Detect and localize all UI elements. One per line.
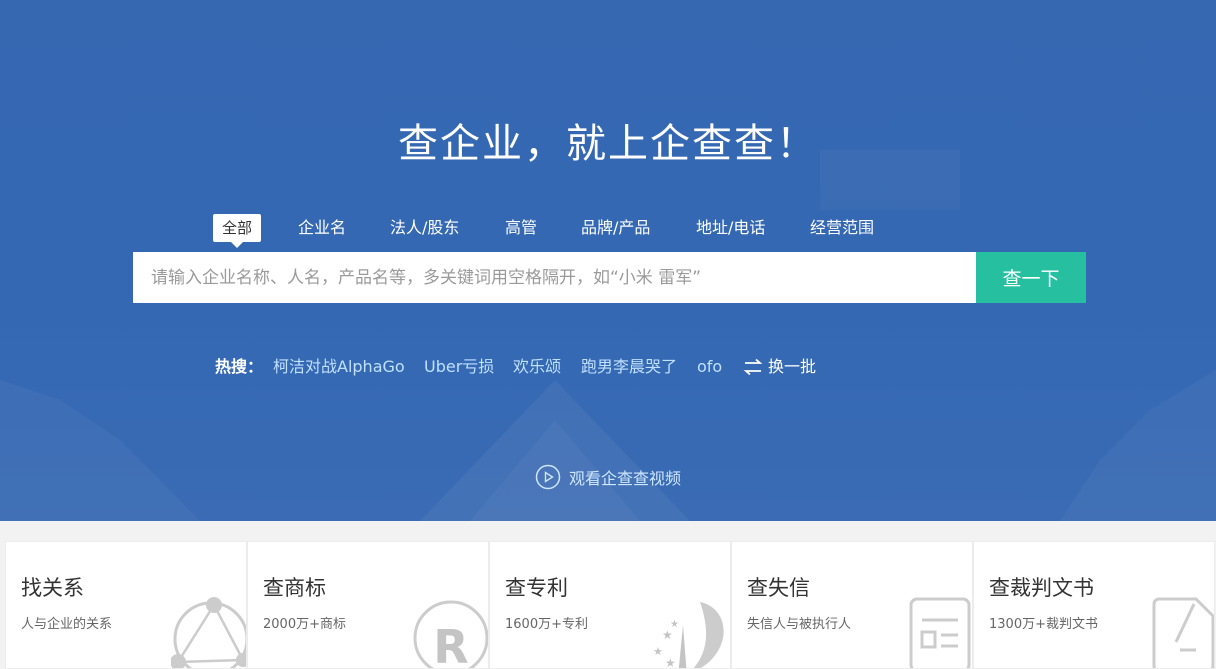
search-type-tabs: 全部 企业名 法人/股东 高管 品牌/产品 地址/电话 经营范围: [0, 214, 1216, 248]
feature-title: 查失信: [747, 576, 810, 600]
hot-search-item[interactable]: 跑男李晨哭了: [581, 354, 677, 380]
watch-video-label: 观看企查查视频: [569, 469, 682, 488]
feature-card-dishonest[interactable]: 查失信 失信人与被执行人: [731, 541, 973, 669]
feature-card-relations[interactable]: 找关系 人与企业的关系: [5, 541, 247, 669]
trademark-icon: R: [413, 600, 488, 669]
feature-subtitle: 1300万+裁判文书: [989, 617, 1098, 632]
swap-arrows-icon: [743, 358, 763, 376]
search-input[interactable]: [133, 252, 976, 303]
tab-executive[interactable]: 高管: [505, 214, 537, 242]
document-icon: [909, 597, 971, 668]
page-slogan: 查企业，就上企查查！: [398, 121, 818, 167]
tab-company-name[interactable]: 企业名: [298, 214, 346, 242]
hot-search-item[interactable]: 柯洁对战AlphaGo: [273, 354, 405, 380]
feature-title: 查专利: [505, 576, 568, 600]
svg-text:★: ★: [670, 619, 679, 630]
patent-icon: ★ ★ ★ ★ ★: [653, 602, 724, 668]
svg-text:★: ★: [653, 645, 663, 658]
tab-address-phone[interactable]: 地址/电话: [696, 214, 765, 242]
play-icon: [535, 464, 561, 490]
hot-search-item[interactable]: Uber亏损: [424, 354, 494, 380]
tab-brand-product[interactable]: 品牌/产品: [581, 214, 650, 242]
feature-cards: 找关系 人与企业的关系 查商标 2000万+商标 R 查专利 1600万+专利 …: [5, 541, 1216, 669]
feature-subtitle: 人与企业的关系: [21, 617, 113, 632]
search-button[interactable]: 查一下: [976, 252, 1086, 303]
network-icon: [171, 597, 246, 668]
feature-title: 查裁判文书: [989, 576, 1094, 600]
feature-title: 找关系: [21, 576, 84, 600]
feature-subtitle: 2000万+商标: [263, 617, 346, 632]
feature-card-patent[interactable]: 查专利 1600万+专利 ★ ★ ★ ★ ★: [489, 541, 731, 669]
hot-search-item[interactable]: 欢乐颂: [513, 354, 561, 380]
hot-search-item[interactable]: ofo: [697, 354, 722, 380]
svg-text:R: R: [433, 620, 468, 669]
hot-search-label: 热搜：: [215, 357, 264, 376]
refresh-label: 换一批: [768, 357, 817, 376]
feature-title: 查商标: [263, 576, 326, 600]
feature-subtitle: 失信人与被执行人: [747, 617, 852, 632]
tab-all[interactable]: 全部: [213, 214, 262, 248]
refresh-hot-button[interactable]: 换一批: [743, 354, 816, 380]
tab-business-scope[interactable]: 经营范围: [810, 214, 874, 242]
judgment-icon: [1152, 597, 1214, 668]
hero-banner: 查企业，就上企查查！ 全部 企业名 法人/股东 高管 品牌/产品 地址/电话 经…: [0, 0, 1216, 521]
svg-text:★: ★: [662, 628, 673, 642]
feature-card-trademark[interactable]: 查商标 2000万+商标 R: [247, 541, 489, 669]
feature-subtitle: 1600万+专利: [505, 617, 588, 632]
tab-legal-person[interactable]: 法人/股东: [390, 214, 459, 242]
feature-card-judgment[interactable]: 查裁判文书 1300万+裁判文书: [973, 541, 1215, 669]
watch-video-link[interactable]: 观看企查查视频: [535, 463, 681, 491]
